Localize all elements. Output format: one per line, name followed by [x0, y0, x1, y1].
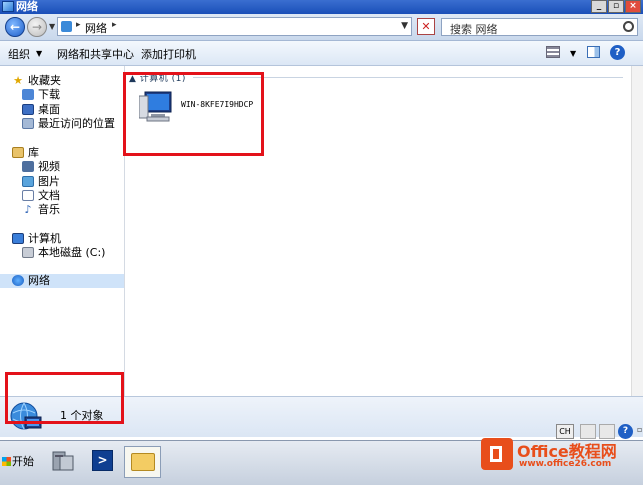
back-button[interactable]: ←: [5, 17, 25, 37]
file-list: ▲ 计算机 (1) WIN-8KFE7I9HDCP: [125, 66, 631, 396]
music-note-icon: ♪: [24, 203, 32, 216]
start-label: 开始: [12, 455, 34, 468]
address-row: ← → ▼ ▸ 网络 ▸ ▼ ✕ 搜索 网络: [0, 14, 643, 41]
close-button[interactable]: ×: [625, 0, 641, 13]
explorer-taskbar-button[interactable]: [124, 446, 161, 478]
address-dropdown-icon[interactable]: ▼: [401, 21, 408, 31]
drive-icon: [22, 247, 34, 258]
star-icon: ★: [13, 74, 23, 87]
view-chevron-down-icon[interactable]: ▼: [570, 49, 576, 58]
windows-logo-icon: [2, 457, 11, 466]
search-input[interactable]: 搜索 网络: [441, 18, 638, 36]
powershell-icon[interactable]: >: [92, 450, 113, 471]
details-pane: 1 个对象: [0, 396, 643, 437]
organize-chevron-down-icon[interactable]: ▼: [36, 49, 42, 58]
pictures-icon: [22, 176, 34, 187]
desktop-icon: [22, 104, 34, 115]
window-controls: _ ▫ ×: [591, 0, 641, 13]
window-title: 网络: [16, 0, 38, 13]
recent-places-icon: [22, 118, 34, 129]
title-bar: 网络 _ ▫ ×: [0, 0, 643, 14]
recent-pages-chevron-icon[interactable]: ▼: [49, 22, 55, 31]
sidebar-item-network[interactable]: 网络: [0, 274, 124, 288]
folder-icon: [131, 453, 155, 471]
network-globe-icon: [10, 402, 42, 430]
document-icon: [22, 190, 34, 201]
minimize-button[interactable]: _: [591, 0, 607, 13]
office-logo-icon: [481, 438, 513, 470]
change-view-icon[interactable]: [546, 46, 560, 58]
maximize-button[interactable]: ▫: [608, 0, 624, 13]
command-bar: 组织 ▼ 网络和共享中心 添加打印机 ▼ ?: [0, 41, 643, 66]
add-printer-button[interactable]: 添加打印机: [141, 46, 196, 62]
network-computer-item[interactable]: WIN-8KFE7I9HDCP: [139, 90, 269, 126]
network-globe-icon: [12, 275, 24, 286]
vertical-scrollbar[interactable]: [631, 66, 643, 396]
video-icon: [22, 161, 34, 172]
refresh-button[interactable]: ✕: [417, 18, 435, 35]
computer-icon: [12, 233, 24, 244]
address-bar[interactable]: ▸ 网络 ▸ ▼: [57, 17, 412, 36]
item-count: 1 个对象: [60, 409, 104, 422]
organize-button[interactable]: 组织: [8, 46, 30, 62]
breadcrumb-separator[interactable]: ▸: [76, 20, 81, 30]
network-center-button[interactable]: 网络和共享中心: [57, 46, 134, 62]
search-icon[interactable]: [623, 21, 634, 32]
server-manager-icon[interactable]: [50, 448, 76, 474]
breadcrumb-network[interactable]: 网络: [85, 20, 107, 36]
downloads-folder-icon: [22, 89, 34, 100]
help-icon[interactable]: ?: [610, 45, 625, 60]
preview-pane-icon[interactable]: [587, 46, 600, 58]
group-header-label: 计算机 (1): [139, 74, 186, 84]
watermark-url: www.office26.com: [519, 459, 612, 469]
watermark: Office教程网 www.office26.com: [479, 432, 643, 480]
network-location-icon: [61, 21, 72, 32]
computer-name-label: WIN-8KFE7I9HDCP: [181, 100, 254, 109]
breadcrumb-separator[interactable]: ▸: [112, 20, 117, 30]
forward-button[interactable]: →: [27, 17, 47, 37]
search-placeholder: 搜索 网络: [450, 23, 498, 36]
navigation-pane: ★ 收藏夹 下载 桌面 最近访问的位置 库 视频 图片 文档 ♪ 音乐 计算机 …: [0, 66, 125, 396]
network-window-icon: [2, 1, 14, 12]
library-icon: [12, 147, 24, 158]
start-button[interactable]: 开始: [2, 449, 39, 475]
group-header-computer[interactable]: ▲ 计算机 (1): [129, 71, 186, 84]
network-computer-icon: [139, 91, 172, 122]
group-divider: [193, 77, 623, 78]
